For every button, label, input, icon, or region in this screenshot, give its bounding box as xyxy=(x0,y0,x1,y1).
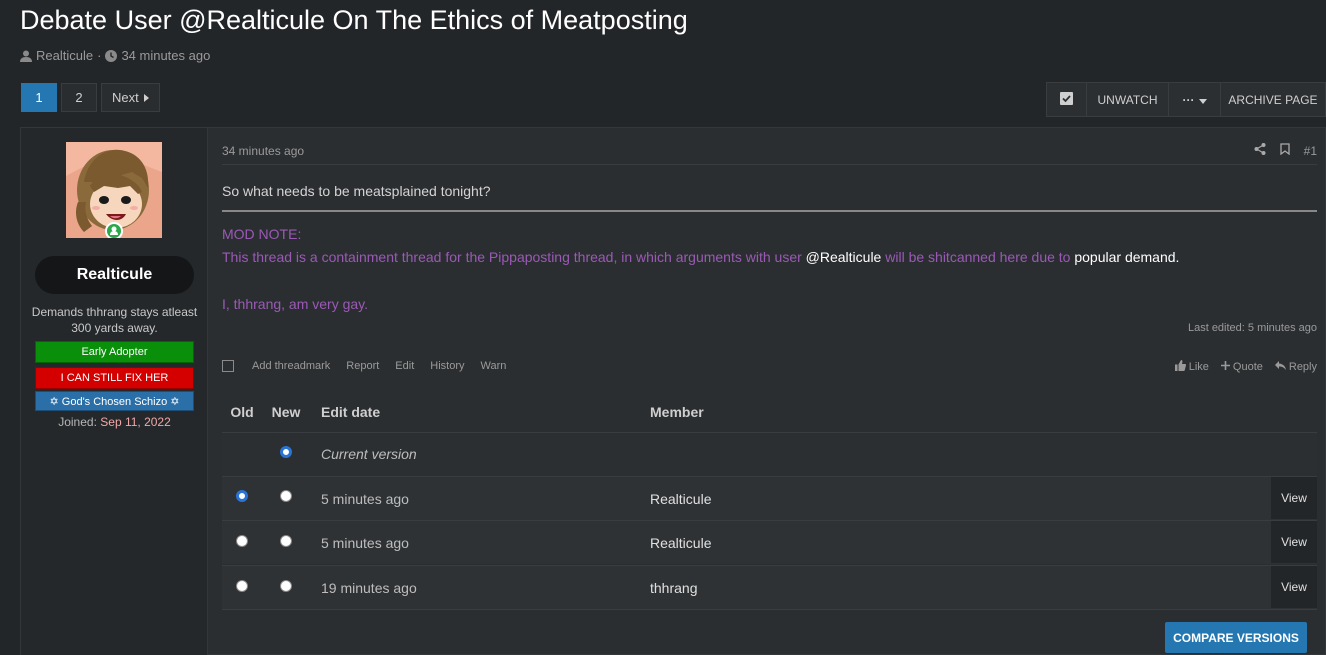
edit-date: 19 minutes ago xyxy=(321,580,417,596)
edit-date: 5 minutes ago xyxy=(321,491,409,507)
mod-note-line-2: I, thhrang, am very gay. xyxy=(222,296,369,312)
thumbs-up-icon xyxy=(1174,360,1186,374)
table-header: Old New Edit date Member xyxy=(222,390,1317,432)
like-label: Like xyxy=(1188,361,1209,373)
horizontal-rule xyxy=(222,210,1317,212)
table-row: 19 minutes ago thhrang View xyxy=(222,565,1317,609)
avatar[interactable] xyxy=(66,142,162,238)
select-thread-button[interactable] xyxy=(1047,83,1087,116)
table-row-current: Current version xyxy=(222,432,1317,476)
archive-page-button[interactable]: ARCHIVE PAGE xyxy=(1221,83,1325,116)
col-edit-date: Edit date xyxy=(321,404,381,420)
table-row: 5 minutes ago Realticule View xyxy=(222,476,1317,520)
current-version-label: Current version xyxy=(321,446,417,462)
user-icon xyxy=(20,50,32,62)
edit-member[interactable]: Realticule xyxy=(650,535,711,551)
thread-time[interactable]: 34 minutes ago xyxy=(121,48,210,63)
user-details: Realticule Demands thhrang stays atleast… xyxy=(21,128,208,655)
mod-text-d: popular demand. xyxy=(1074,249,1180,265)
meta-separator: · xyxy=(97,48,102,63)
edit-link[interactable]: Edit xyxy=(395,360,414,372)
old-radio-1[interactable] xyxy=(236,490,248,502)
edit-member[interactable]: Realticule xyxy=(650,491,711,507)
post: Realticule Demands thhrang stays atleast… xyxy=(20,127,1326,655)
mod-text-a: This thread is a containment thread for … xyxy=(222,249,806,265)
thread-toolbar: UNWATCH ··· ARCHIVE PAGE xyxy=(1046,82,1326,117)
post-actions: Add threadmark Report Edit History Warn … xyxy=(222,360,1317,376)
plus-icon xyxy=(1220,361,1230,373)
banner-early-adopter: Early Adopter xyxy=(35,341,194,363)
mod-note-line-1: This thread is a containment thread for … xyxy=(222,246,1179,269)
report-link[interactable]: Report xyxy=(346,360,379,372)
post-text: So what needs to be meatsplained tonight… xyxy=(222,183,491,199)
caret-right-icon xyxy=(143,90,149,105)
quote-label: Quote xyxy=(1232,361,1263,373)
share-icon[interactable] xyxy=(1254,143,1266,158)
banner-fix-her: I CAN STILL FIX HER xyxy=(35,367,194,389)
new-radio-current[interactable] xyxy=(280,446,292,458)
mod-note: MOD NOTE: This thread is a containment t… xyxy=(222,223,1179,316)
edit-member[interactable]: thhrang xyxy=(650,580,697,596)
caret-down-icon xyxy=(1198,93,1207,107)
reply-label: Reply xyxy=(1288,361,1317,373)
joined-date: Joined: Sep 11, 2022 xyxy=(21,415,208,429)
page-2-button[interactable]: 2 xyxy=(61,83,97,112)
last-edited[interactable]: Last edited: 5 minutes ago xyxy=(1188,322,1317,334)
joined-value: Sep 11, 2022 xyxy=(100,415,171,429)
like-button[interactable]: Like xyxy=(1174,360,1209,374)
new-radio-1[interactable] xyxy=(280,490,292,502)
old-radio-2[interactable] xyxy=(236,535,248,547)
thread-author[interactable]: Realticule xyxy=(36,48,93,63)
user-mention[interactable]: @Realticule xyxy=(806,249,882,265)
more-options-button[interactable]: ··· xyxy=(1169,83,1221,116)
banner-chosen-schizo: ✡ God's Chosen Schizo ✡ xyxy=(35,391,194,411)
new-radio-2[interactable] xyxy=(280,535,292,547)
col-member: Member xyxy=(650,404,704,420)
ellipsis-icon: ··· xyxy=(1182,92,1195,107)
warn-link[interactable]: Warn xyxy=(481,360,507,372)
post-time[interactable]: 34 minutes ago xyxy=(222,144,304,158)
pagination: 1 2 Next xyxy=(21,83,160,112)
quote-button[interactable]: Quote xyxy=(1220,361,1263,373)
joined-label: Joined: xyxy=(58,415,97,429)
reply-button[interactable]: Reply xyxy=(1274,360,1317,374)
mod-note-label: MOD NOTE: xyxy=(222,226,302,242)
edit-date: 5 minutes ago xyxy=(321,535,409,551)
username[interactable]: Realticule xyxy=(35,256,194,294)
col-new: New xyxy=(271,404,301,420)
user-title: Demands thhrang stays atleast 300 yards … xyxy=(31,305,198,335)
clock-icon xyxy=(105,49,118,62)
reply-icon xyxy=(1274,360,1286,374)
page-1-button[interactable]: 1 xyxy=(21,83,57,112)
table-row: 5 minutes ago Realticule View xyxy=(222,520,1317,564)
checkbox-icon xyxy=(1060,91,1073,108)
add-threadmark-link[interactable]: Add threadmark xyxy=(252,360,330,372)
header-divider xyxy=(222,164,1317,165)
history-link[interactable]: History xyxy=(430,360,464,372)
compare-versions-button[interactable]: COMPARE VERSIONS xyxy=(1165,622,1307,653)
post-number[interactable]: #1 xyxy=(1304,144,1317,158)
old-radio-3[interactable] xyxy=(236,580,248,592)
unwatch-button[interactable]: UNWATCH xyxy=(1087,83,1169,116)
new-radio-3[interactable] xyxy=(280,580,292,592)
col-old: Old xyxy=(230,404,254,420)
view-button[interactable]: View xyxy=(1271,566,1317,608)
thread-meta: Realticule · 34 minutes ago xyxy=(20,48,210,63)
view-button[interactable]: View xyxy=(1271,477,1317,519)
thread-title: Debate User @Realticule On The Ethics of… xyxy=(20,5,688,35)
next-label: Next xyxy=(112,90,139,105)
message-header: 34 minutes ago #1 xyxy=(222,143,1317,164)
select-post-checkbox[interactable] xyxy=(222,360,234,372)
table-bottom-border xyxy=(222,609,1317,610)
mod-text-c: will be shitcanned here due to xyxy=(881,249,1075,265)
next-page-button[interactable]: Next xyxy=(101,83,160,112)
bookmark-icon[interactable] xyxy=(1279,143,1290,158)
view-button[interactable]: View xyxy=(1271,521,1317,563)
